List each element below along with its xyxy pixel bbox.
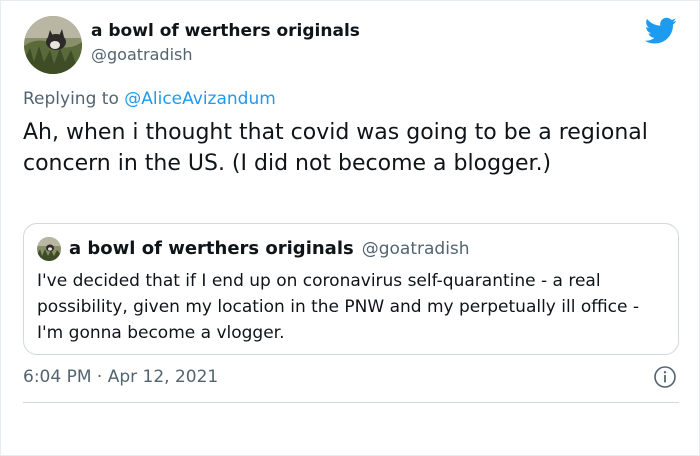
replying-to-line: Replying to @AliceAvizandum [23,87,276,111]
divider [23,402,679,403]
quoted-author-avatar [37,237,61,261]
cat-avatar-small-image [37,237,61,261]
author-names: a bowl of werthers originals @goatradish [91,20,360,66]
tweet-card: a bowl of werthers originals @goatradish… [0,0,700,456]
quoted-tweet-header: a bowl of werthers originals @goatradish [37,237,470,261]
quoted-author-handle: @goatradish [361,239,470,259]
tweet-text: Ah, when i thought that covid was going … [23,120,648,176]
tweet-timestamp[interactable]: 6:04 PM · Apr 12, 2021 [23,365,218,389]
quoted-author-display-name: a bowl of werthers originals [69,238,354,259]
info-icon[interactable] [653,365,677,389]
twitter-bird-icon[interactable] [645,17,677,45]
author-display-name[interactable]: a bowl of werthers originals [91,20,360,42]
replying-to-mention[interactable]: @AliceAvizandum [124,89,276,109]
replying-to-prefix: Replying to [23,89,119,109]
author-handle[interactable]: @goatradish [91,44,360,66]
cat-avatar-image [24,16,82,74]
quoted-tweet[interactable]: a bowl of werthers originals @goatradish… [23,223,679,355]
tweet-header: a bowl of werthers originals @goatradish [24,16,360,74]
quoted-tweet-text: I've decided that if I end up on coronav… [37,271,640,343]
author-avatar[interactable] [24,16,82,74]
